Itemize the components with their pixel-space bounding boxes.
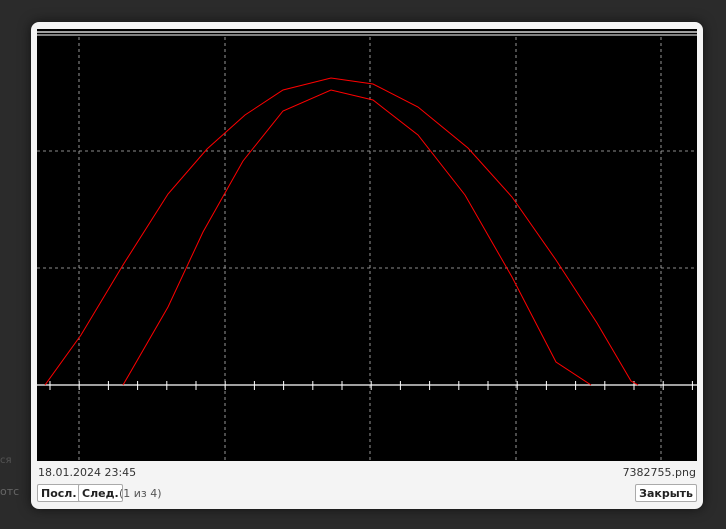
lightbox-dialog: 18.01.2024 23:45 7382755.png Посл. След.… (31, 22, 703, 509)
image-date: 18.01.2024 23:45 (38, 466, 137, 479)
lightbox-image[interactable] (37, 29, 697, 461)
signal-curve-outer (44, 77, 639, 386)
image-meta: 18.01.2024 23:45 7382755.png (38, 466, 696, 480)
lightbox-controls: Посл. След. (1 из 4) Закрыть (37, 484, 697, 504)
background-text-fragment: отс (0, 485, 20, 498)
image-filename: 7382755.png (622, 466, 696, 479)
oscilloscope-plot (37, 31, 697, 461)
image-counter: (1 из 4) (119, 487, 162, 500)
next-button[interactable]: След. (78, 484, 123, 502)
grid (37, 37, 697, 461)
signal-curve-inner (122, 89, 592, 386)
previous-button[interactable]: Посл. (37, 484, 81, 502)
background-text-fragment: ся (0, 455, 12, 466)
close-button[interactable]: Закрыть (635, 484, 697, 502)
x-axis (37, 381, 697, 390)
